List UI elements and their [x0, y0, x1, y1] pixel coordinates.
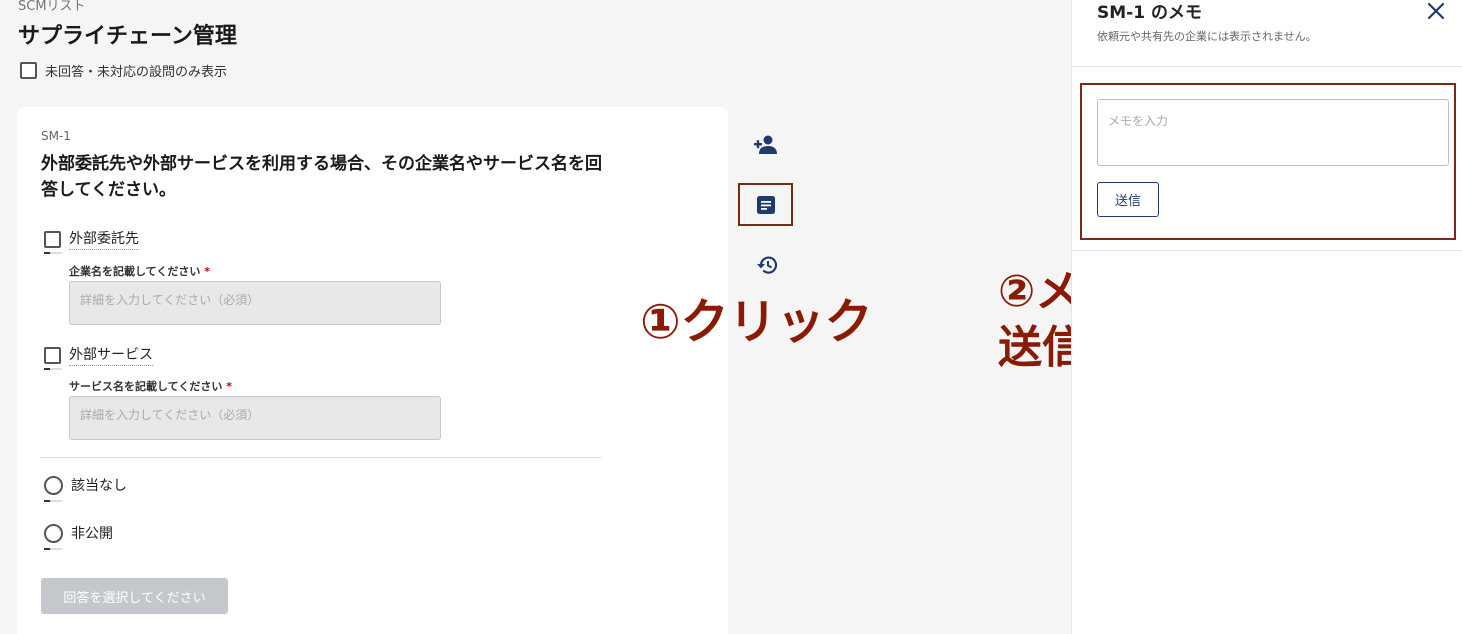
radio-not-applicable[interactable]: 該当なし [44, 475, 127, 495]
question-card: SM-1 外部委託先や外部サービスを利用する場合、その企業名やサービス名を回答し… [17, 107, 728, 634]
option-outsourcing[interactable]: 外部委託先 [44, 228, 139, 250]
company-name-textarea[interactable]: 詳細を入力してください（必須） [69, 281, 441, 325]
required-mark: * [226, 380, 232, 393]
page-title: サプライチェーン管理 [18, 24, 237, 49]
memo-panel-title: SM-1 のメモ [1097, 3, 1202, 23]
option-external-service[interactable]: 外部サービス [44, 344, 153, 366]
options-divider [41, 457, 601, 458]
memo-panel: SM-1 のメモ 依頼元や共有先の企業には表示されません。 メモを入力 送信 [1071, 0, 1462, 634]
radio-not-applicable-label: 該当なし [71, 478, 127, 494]
filter-label: 未回答・未対応の設問のみ表示 [45, 65, 228, 80]
answer-submit-button[interactable]: 回答を選択してください [41, 578, 228, 614]
company-name-label: 企業名を記載してください * [69, 263, 210, 279]
question-id: SM-1 [41, 129, 71, 143]
close-icon[interactable] [1425, 0, 1447, 22]
filter-checkbox[interactable] [20, 62, 37, 79]
option-outsourcing-checkbox[interactable] [44, 230, 61, 248]
unanswered-filter[interactable]: 未回答・未対応の設問のみ表示 [20, 61, 227, 80]
option-external-service-checkbox[interactable] [44, 346, 61, 364]
radio-private-label: 非公開 [71, 526, 113, 542]
breadcrumb[interactable]: SCMリスト [18, 0, 86, 14]
option-marker [44, 500, 62, 502]
step1-annotation: ①クリック [640, 294, 873, 350]
radio-private-button[interactable] [44, 523, 63, 543]
send-button[interactable]: 送信 [1097, 182, 1159, 217]
option-marker [44, 368, 62, 370]
option-marker [44, 548, 62, 550]
question-text: 外部委託先や外部サービスを利用する場合、その企業名やサービス名を回答してください… [41, 154, 602, 200]
service-name-label: サービス名を記載してください * [69, 378, 232, 394]
service-name-label-text: サービス名を記載してください [69, 380, 223, 393]
panel-divider [1072, 250, 1462, 251]
panel-divider [1072, 66, 1462, 67]
memo-icon[interactable] [751, 190, 781, 220]
history-icon[interactable] [751, 250, 781, 280]
radio-not-applicable-button[interactable] [44, 475, 63, 495]
service-name-textarea[interactable]: 詳細を入力してください（必須） [69, 396, 441, 440]
memo-input[interactable]: メモを入力 [1097, 99, 1449, 166]
option-outsourcing-label: 外部委託先 [69, 228, 139, 250]
memo-panel-subtitle: 依頼元や共有先の企業には表示されません。 [1097, 30, 1317, 43]
required-mark: * [204, 265, 210, 278]
radio-private[interactable]: 非公開 [44, 523, 113, 543]
company-name-label-text: 企業名を記載してください [69, 265, 201, 278]
option-marker [44, 252, 62, 254]
option-external-service-label: 外部サービス [69, 344, 153, 366]
add-user-icon[interactable] [751, 130, 781, 160]
